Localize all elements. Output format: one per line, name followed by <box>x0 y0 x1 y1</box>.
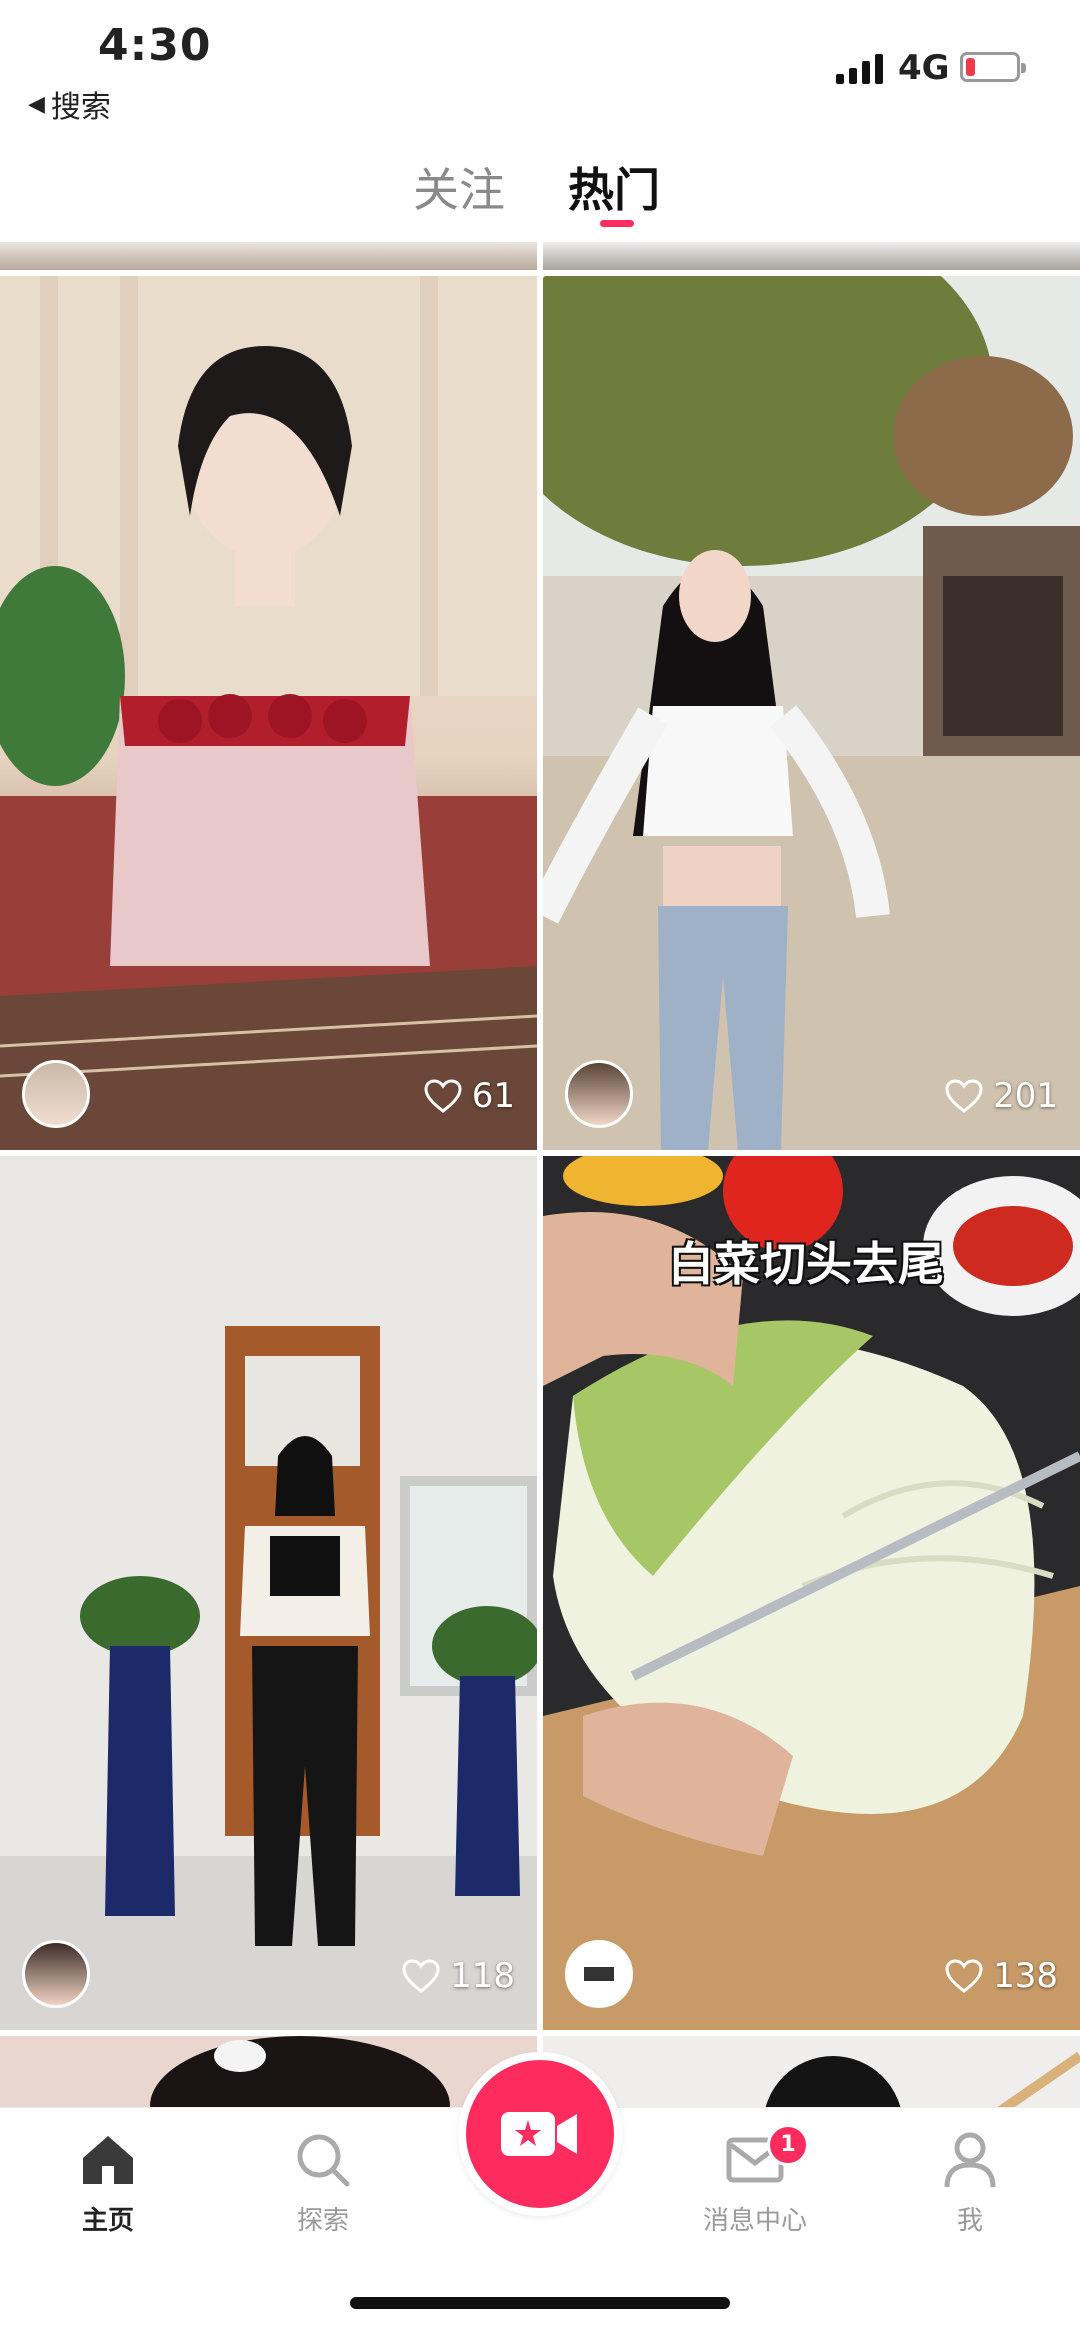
video-thumbnail <box>543 242 1080 270</box>
signal-icon <box>836 52 883 84</box>
nav-messages[interactable]: 1 消息中心 <box>685 2124 825 2237</box>
like-count[interactable]: 61 <box>424 1076 515 1116</box>
like-count[interactable]: 138 <box>945 1956 1058 1996</box>
nav-home-label: 主页 <box>81 2206 134 2236</box>
video-feed[interactable]: 61 201 118 白菜切头去尾 138 <box>0 242 1080 2107</box>
tab-hot[interactable]: 热门 <box>568 154 660 220</box>
like-count-value: 201 <box>993 1076 1058 1116</box>
battery-level <box>966 58 975 76</box>
video-thumbnail <box>0 2036 537 2107</box>
back-to-search[interactable]: ◀ 搜索 <box>28 82 111 126</box>
search-icon <box>297 2134 350 2187</box>
feed-card[interactable]: 118 <box>0 1156 537 2030</box>
unread-badge: 1 <box>767 2124 809 2166</box>
feed-card-partial[interactable] <box>0 2036 537 2107</box>
like-count-value: 138 <box>993 1956 1058 1996</box>
video-thumbnail <box>0 242 537 270</box>
avatar[interactable] <box>22 1060 90 1128</box>
network-type: 4G <box>898 48 950 88</box>
nav-home[interactable]: 主页 <box>38 2128 178 2237</box>
home-indicator <box>350 2297 730 2309</box>
feed-card[interactable]: 白菜切头去尾 138 <box>543 1156 1080 2030</box>
feed-card-partial[interactable] <box>543 242 1080 270</box>
like-count[interactable]: 118 <box>402 1956 515 1996</box>
home-icon <box>83 2136 133 2184</box>
video-caption: 白菜切头去尾 <box>668 1237 944 1291</box>
back-triangle-icon: ◀ <box>28 91 45 117</box>
battery-icon <box>960 52 1026 82</box>
feed-card-partial[interactable] <box>543 2036 1080 2107</box>
avatar[interactable] <box>22 1940 90 2008</box>
status-bar: 4:30 ◀ 搜索 4G <box>0 0 1080 140</box>
avatar[interactable] <box>565 1940 633 2008</box>
user-icon <box>944 2132 996 2188</box>
heart-icon <box>424 1079 462 1113</box>
feed-tabs: 关注 热门 <box>0 140 1080 242</box>
heart-icon <box>945 1079 983 1113</box>
video-camera-icon <box>501 2112 577 2156</box>
video-thumbnail <box>0 276 537 1150</box>
feed-card-partial[interactable] <box>0 242 537 270</box>
status-time: 4:30 <box>98 20 212 71</box>
heart-icon <box>945 1959 983 1993</box>
like-count-value: 118 <box>450 1956 515 1996</box>
feed-card[interactable]: 201 <box>543 276 1080 1150</box>
nav-me[interactable]: 我 <box>900 2128 1040 2237</box>
feed-card[interactable]: 61 <box>0 276 537 1150</box>
video-thumbnail <box>543 276 1080 1150</box>
tab-follow[interactable]: 关注 <box>413 154 505 220</box>
nav-explore-label: 探索 <box>296 2206 349 2236</box>
heart-icon <box>402 1959 440 1993</box>
video-thumbnail <box>0 1156 537 2030</box>
like-count-value: 61 <box>471 1076 515 1116</box>
nav-messages-label: 消息中心 <box>702 2206 807 2236</box>
like-count[interactable]: 201 <box>945 1076 1058 1116</box>
nav-me-label: 我 <box>956 2206 983 2236</box>
avatar[interactable] <box>565 1060 633 1128</box>
nav-explore[interactable]: 探索 <box>253 2128 393 2237</box>
tab-active-indicator <box>600 220 634 227</box>
record-video-button[interactable] <box>458 2052 622 2216</box>
video-thumbnail <box>543 2036 1080 2107</box>
back-label: 搜索 <box>50 90 111 125</box>
